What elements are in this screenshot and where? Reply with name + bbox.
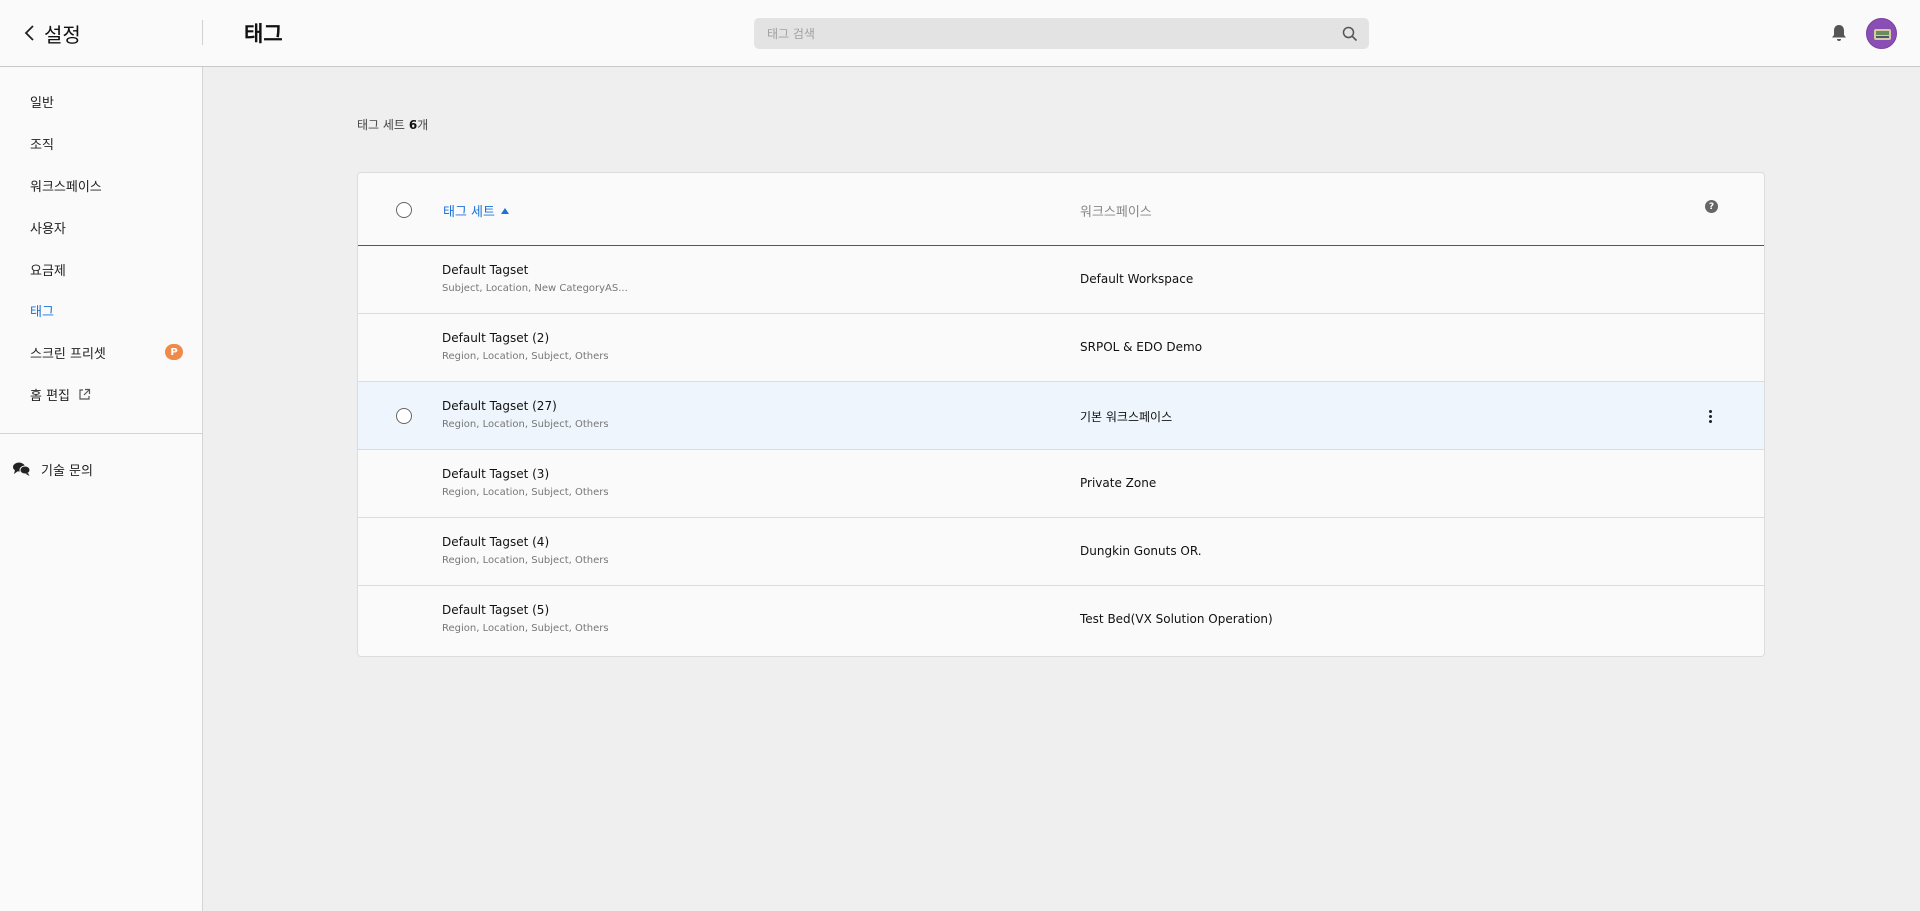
tagset-table: 태그 세트 워크스페이스 ? Default Tagset Subject, L… xyxy=(357,172,1765,657)
sidebar-item-home-edit[interactable]: 홈 편집 xyxy=(30,382,91,406)
premium-badge: P xyxy=(165,344,183,360)
sidebar-item-plan[interactable]: 요금제 xyxy=(30,257,66,281)
sort-asc-icon xyxy=(500,207,509,214)
sidebar-item-label: 태그 xyxy=(30,304,54,320)
tagset-workspace: Private Zone xyxy=(1080,476,1157,490)
tagset-count: 태그 세트 6개 xyxy=(357,116,428,133)
tagset-tags: Region, Location, Subject, Others xyxy=(442,419,609,430)
sidebar-item-organization[interactable]: 조직 xyxy=(30,131,54,155)
tagset-name: Default Tagset (3) xyxy=(442,467,550,481)
sidebar-item-label: 홈 편집 xyxy=(30,388,71,404)
sidebar-divider xyxy=(0,433,203,434)
column-header-tagset[interactable]: 태그 세트 xyxy=(443,201,509,220)
search-input[interactable] xyxy=(754,26,1335,41)
external-link-icon xyxy=(79,388,91,400)
table-row[interactable]: Default Tagset (3) Region, Location, Sub… xyxy=(358,450,1764,518)
bell-icon[interactable] xyxy=(1828,22,1850,44)
help-icon[interactable]: ? xyxy=(1705,200,1718,213)
row-select-radio[interactable] xyxy=(396,408,412,424)
table-row[interactable]: Default Tagset (27) Region, Location, Su… xyxy=(358,382,1764,450)
tagset-tags: Region, Location, Subject, Others xyxy=(442,555,609,566)
count-prefix: 태그 세트 xyxy=(357,118,405,132)
sidebar-item-workspace[interactable]: 워크스페이스 xyxy=(30,173,102,197)
table-row[interactable]: Default Tagset Subject, Location, New Ca… xyxy=(358,246,1764,314)
sidebar-item-label: 요금제 xyxy=(30,263,66,279)
table-row[interactable]: Default Tagset (4) Region, Location, Sub… xyxy=(358,518,1764,586)
search-bar xyxy=(754,18,1369,49)
tagset-name: Default Tagset (2) xyxy=(442,331,550,345)
tagset-name: Default Tagset (5) xyxy=(442,603,550,617)
table-row[interactable]: Default Tagset (5) Region, Location, Sub… xyxy=(358,586,1764,654)
back-label: 설정 xyxy=(44,22,81,47)
page-title: 태그 xyxy=(244,22,283,46)
table-row[interactable]: Default Tagset (2) Region, Location, Sub… xyxy=(358,314,1764,382)
tagset-tags: Region, Location, Subject, Others xyxy=(442,623,609,634)
select-all-radio[interactable] xyxy=(396,202,412,218)
tech-support-link[interactable]: 기술 문의 xyxy=(12,457,93,481)
column-header-workspace[interactable]: 워크스페이스 xyxy=(1080,201,1152,220)
tagset-workspace: Dungkin Gonuts OR. xyxy=(1080,544,1202,558)
sidebar-item-label: 일반 xyxy=(30,95,54,111)
tagset-tags: Region, Location, Subject, Others xyxy=(442,351,609,362)
tagset-workspace: Default Workspace xyxy=(1080,272,1194,286)
count-suffix: 개 xyxy=(417,118,429,132)
tagset-name: Default Tagset (4) xyxy=(442,535,550,549)
tagset-name: Default Tagset xyxy=(442,263,529,277)
sidebar-item-general[interactable]: 일반 xyxy=(30,89,54,113)
chevron-left-icon xyxy=(24,25,34,41)
sidebar-item-users[interactable]: 사용자 xyxy=(30,215,66,239)
sidebar-item-label: 워크스페이스 xyxy=(30,179,102,195)
tech-support-label: 기술 문의 xyxy=(41,463,93,479)
sidebar-item-label: 사용자 xyxy=(30,221,66,237)
sidebar: 일반 조직 워크스페이스 사용자 요금제 태그 스크린 프리셋 P 홈 편집 기… xyxy=(0,67,203,911)
top-header: 설정 태그 xyxy=(0,0,1920,67)
column-header-label: 태그 세트 xyxy=(443,205,495,220)
chat-bubbles-icon xyxy=(13,462,31,476)
tagset-tags: Region, Location, Subject, Others xyxy=(442,487,609,498)
count-value: 6 xyxy=(408,118,418,132)
tagset-name: Default Tagset (27) xyxy=(442,399,557,413)
sidebar-item-label: 스크린 프리셋 xyxy=(30,346,106,362)
avatar[interactable] xyxy=(1866,18,1897,49)
search-icon[interactable] xyxy=(1335,18,1365,49)
sidebar-item-label: 조직 xyxy=(30,137,54,153)
tagset-workspace: Test Bed(VX Solution Operation) xyxy=(1080,612,1273,626)
back-button[interactable]: 설정 xyxy=(22,18,81,48)
tagset-workspace: 기본 워크스페이스 xyxy=(1080,410,1173,424)
more-options-icon[interactable] xyxy=(1701,406,1719,426)
tagset-tags: Subject, Location, New CategoryAS... xyxy=(442,283,628,294)
sidebar-item-tags[interactable]: 태그 xyxy=(30,298,54,322)
header-divider xyxy=(202,20,203,45)
table-header: 태그 세트 워크스페이스 ? xyxy=(358,173,1764,246)
tagset-workspace: SRPOL & EDO Demo xyxy=(1080,340,1203,354)
sidebar-item-screen-preset[interactable]: 스크린 프리셋 xyxy=(30,340,106,364)
